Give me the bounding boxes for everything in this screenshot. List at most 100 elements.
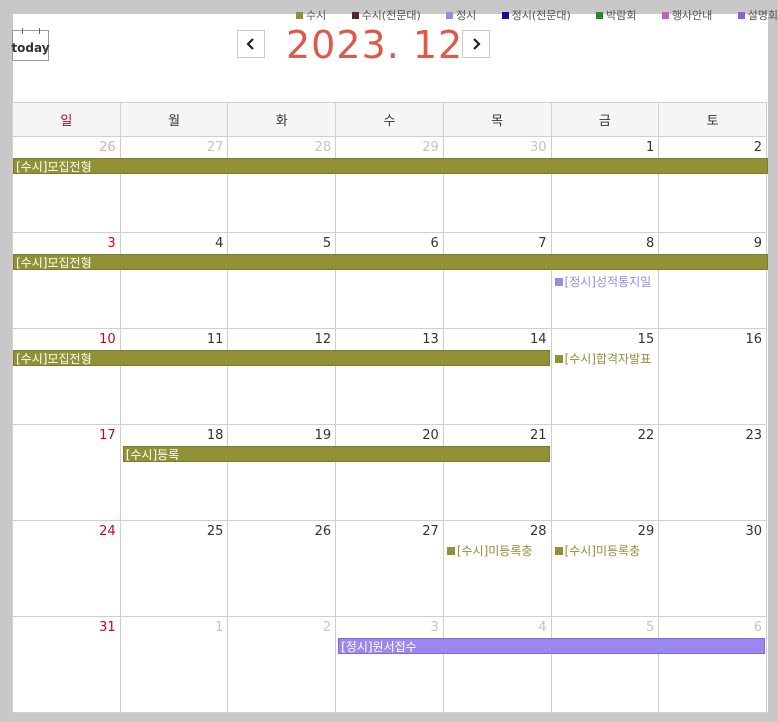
day-cell[interactable]: 29 [수시]미등록충 xyxy=(550,520,660,617)
event-swatch xyxy=(554,277,563,286)
legend-label: 정시 xyxy=(456,9,477,22)
day-number: 5 xyxy=(645,620,655,635)
day-cell[interactable]: 10 [수시]모집전형 xyxy=(12,328,550,425)
legend-swatch xyxy=(296,11,303,19)
day-cell[interactable]: 16 xyxy=(658,328,767,425)
day-cell[interactable]: 19 xyxy=(227,424,337,521)
weekday-header: 월 xyxy=(119,102,229,137)
day-cell[interactable]: 31 xyxy=(12,616,121,713)
day-number: 2 xyxy=(753,140,762,155)
day-cell[interactable]: 26 xyxy=(227,520,337,617)
day-cell[interactable]: 26 [수시]모집전형 xyxy=(12,136,768,233)
day-cell[interactable]: 30 xyxy=(658,520,767,617)
day-cell[interactable]: 4 xyxy=(442,616,552,713)
event-swatch xyxy=(554,546,563,555)
day-cell[interactable]: 20 xyxy=(335,424,444,521)
month-title: 2023. 12 xyxy=(286,23,464,67)
day-cell[interactable]: 8 [정시]성적통지일 xyxy=(550,232,660,329)
legend-swatch xyxy=(661,11,669,19)
day-cell[interactable]: 29 xyxy=(335,136,444,233)
day-cell[interactable]: 3 [정시]원서접수 xyxy=(335,616,766,713)
day-cell[interactable]: 17 xyxy=(12,424,121,521)
legend-swatch xyxy=(351,11,359,19)
day-cell[interactable]: 2 xyxy=(227,616,337,713)
day-cell[interactable]: 14 xyxy=(442,328,552,425)
legend-item-jeongsi: 정시 xyxy=(446,6,476,24)
week-row: 26 [수시]모집전형 27 28 29 30 1 2 xyxy=(12,136,768,233)
day-cell[interactable]: 27 xyxy=(335,520,444,617)
day-number: 28 xyxy=(529,524,547,539)
event-item[interactable]: [수시]미등록충 xyxy=(446,542,532,559)
day-number: 14 xyxy=(529,332,547,347)
event-item[interactable]: [정시]성적통지일 xyxy=(554,273,652,290)
day-number: 15 xyxy=(637,332,655,347)
day-number: 6 xyxy=(430,236,439,251)
legend-label: 행사안내 xyxy=(671,9,713,22)
day-cell[interactable]: 2 xyxy=(658,136,767,233)
day-number: 30 xyxy=(529,140,547,155)
chevron-right-icon xyxy=(473,38,481,50)
day-number: 11 xyxy=(206,332,224,347)
day-cell[interactable]: 5 xyxy=(227,232,337,329)
day-cell[interactable]: 3 [수시]모집전형 xyxy=(12,232,768,329)
day-cell[interactable]: 15 [수시]합격자발표 xyxy=(550,328,660,425)
day-cell[interactable]: 27 xyxy=(119,136,229,233)
day-cell[interactable]: 12 xyxy=(227,328,337,425)
today-button[interactable]: today xyxy=(11,28,50,61)
next-month-button[interactable] xyxy=(462,30,490,58)
day-number: 30 xyxy=(745,524,762,539)
day-number: 3 xyxy=(430,620,439,635)
day-cell[interactable]: 25 xyxy=(119,520,229,617)
day-cell[interactable]: 21 xyxy=(442,424,552,521)
day-cell[interactable]: 22 xyxy=(550,424,660,521)
week-row: 3 [수시]모집전형 4 5 6 7 8 [정시]성적통지일 9 xyxy=(12,232,768,329)
day-number: 5 xyxy=(322,236,332,251)
day-number: 1 xyxy=(215,620,224,635)
prev-month-button[interactable] xyxy=(237,30,265,58)
day-number: 25 xyxy=(206,524,224,539)
day-number: 22 xyxy=(637,428,655,443)
day-number: 4 xyxy=(538,620,547,635)
day-cell[interactable]: 9 xyxy=(658,232,767,329)
day-cell[interactable]: 1 xyxy=(119,616,229,713)
day-cell[interactable]: 24 xyxy=(12,520,121,617)
day-cell[interactable]: 30 xyxy=(442,136,552,233)
legend-item-susi: 수시 xyxy=(296,6,326,24)
event-item[interactable]: [수시]미등록충 xyxy=(554,542,641,559)
day-cell[interactable]: 1 xyxy=(550,136,660,233)
day-cell[interactable]: 28 [수시]미등록충 xyxy=(442,520,552,617)
weekday-header: 화 xyxy=(227,102,337,137)
week-row: 17 18 [수시]등록 19 20 21 22 23 xyxy=(12,424,767,521)
day-number: 12 xyxy=(314,332,332,347)
day-cell[interactable]: 13 xyxy=(335,328,444,425)
event-swatch xyxy=(446,546,455,555)
week-row: 10 [수시]모집전형 11 12 13 14 15 [수시]합격자발표 16 xyxy=(12,328,767,425)
day-number: 31 xyxy=(99,620,116,635)
day-cell[interactable]: 23 xyxy=(658,424,767,521)
event-swatch xyxy=(554,354,563,363)
event-label: [정시]성적통지일 xyxy=(564,275,652,289)
event-item[interactable]: [수시]합격자발표 xyxy=(554,350,651,367)
day-number: 24 xyxy=(99,524,116,539)
day-cell[interactable]: 18 [수시]등록 xyxy=(119,424,550,521)
day-cell[interactable]: 6 xyxy=(335,232,444,329)
calendar-grid: 일 월 화 수 목 금 토 26 [수시]모집전형 27 28 29 30 1 … xyxy=(12,102,768,713)
month-table: 일 월 화 수 목 금 토 26 [수시]모집전형 27 28 29 30 1 … xyxy=(12,102,768,713)
legend-swatch xyxy=(446,11,454,19)
day-number: 4 xyxy=(215,236,224,251)
legend-label: 설명회 xyxy=(747,9,778,22)
day-number: 1 xyxy=(645,140,655,155)
event-label: [수시]미등록충 xyxy=(564,544,641,558)
day-cell[interactable]: 11 xyxy=(119,328,229,425)
legend: 수시 수시(전문대) 정시 정시(전문대) 박람회 행사안내 설명회 xyxy=(296,6,778,24)
day-number: 27 xyxy=(206,140,224,155)
day-number: 18 xyxy=(206,428,224,443)
day-cell[interactable]: 28 xyxy=(227,136,337,233)
day-cell[interactable]: 5 xyxy=(550,616,660,713)
day-number: 26 xyxy=(314,524,332,539)
legend-swatch xyxy=(501,11,509,19)
day-cell[interactable]: 6 xyxy=(658,616,767,713)
day-number: 21 xyxy=(529,428,547,443)
day-cell[interactable]: 7 xyxy=(442,232,552,329)
day-cell[interactable]: 4 xyxy=(119,232,229,329)
